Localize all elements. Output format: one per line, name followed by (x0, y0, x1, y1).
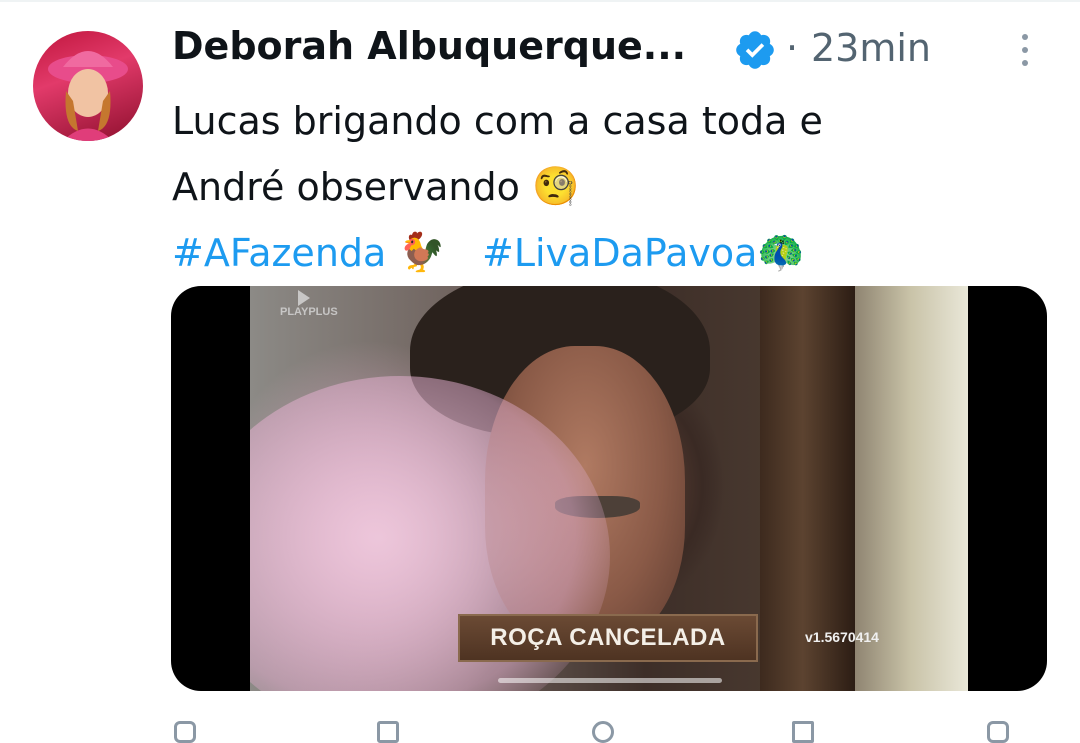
views-icon[interactable] (792, 721, 814, 743)
tweet-actions (172, 715, 1032, 743)
reply-icon[interactable] (174, 721, 196, 743)
roca-cancelada-banner: ROÇA CANCELADA (458, 614, 758, 662)
version-label: v1.5670414 (805, 629, 879, 645)
playplus-watermark: PLAYPLUS (280, 306, 338, 318)
like-icon[interactable] (592, 721, 614, 743)
tweet-text-line2: André observando (172, 165, 520, 209)
rooster-emoji-icon: 🐓 (398, 229, 446, 274)
top-divider (0, 0, 1080, 2)
monocle-face-emoji-icon: 🧐 (531, 163, 580, 208)
timestamp-separator: · (786, 26, 799, 70)
timestamp[interactable]: 23min (811, 26, 931, 70)
video-frame[interactable]: PLAYPLUS ROÇA CANCELADA v1.5670414 (250, 286, 968, 691)
playplus-logo-icon (298, 290, 310, 306)
avatar[interactable] (33, 31, 143, 141)
tweet-text: Lucas brigando com a casa toda e André o… (172, 88, 1032, 286)
video-progress-bar[interactable] (498, 678, 722, 683)
hashtag-livadapavoa[interactable]: #LivaDaPavoa (482, 231, 757, 275)
verified-badge-icon (736, 31, 774, 69)
avatar-portrait (48, 51, 128, 141)
author-name[interactable]: Deborah Albuquerque... (172, 24, 686, 68)
retweet-icon[interactable] (377, 721, 399, 743)
peacock-emoji-icon: 🦚 (757, 229, 805, 274)
video-player[interactable]: PLAYPLUS ROÇA CANCELADA v1.5670414 (171, 286, 1047, 691)
hashtag-afazenda[interactable]: #AFazenda (172, 231, 386, 275)
more-options-icon[interactable] (1013, 34, 1037, 74)
tweet-text-line1: Lucas brigando com a casa toda e (172, 99, 823, 143)
banner-text: ROÇA CANCELADA (490, 624, 726, 651)
share-icon[interactable] (987, 721, 1009, 743)
